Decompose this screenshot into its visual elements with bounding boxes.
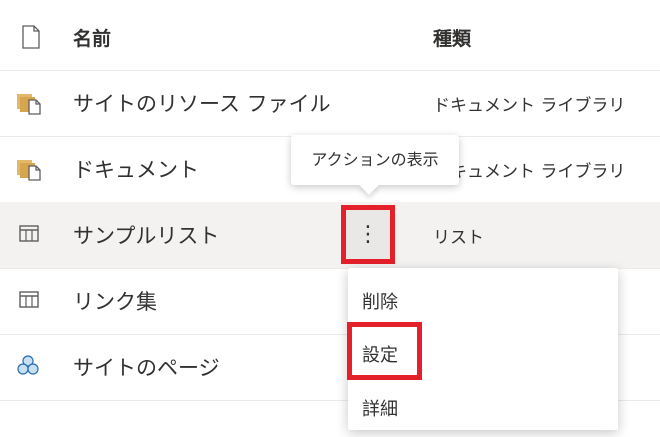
column-header-name[interactable]: 名前: [73, 24, 111, 51]
item-name[interactable]: リンク集: [73, 286, 157, 316]
item-name[interactable]: サンプルリスト: [73, 220, 219, 250]
item-type: リスト: [433, 228, 484, 248]
settings-highlight-frame: [347, 322, 422, 380]
list-icon: [19, 291, 39, 313]
item-name[interactable]: サイトのページ: [73, 352, 220, 382]
more-actions-button[interactable]: ⋮: [341, 205, 395, 264]
tooltip-text-layer: アクションの表示: [291, 135, 459, 185]
site-pages-icon: [17, 355, 39, 381]
tooltip-text: アクションの表示: [311, 150, 439, 169]
item-name[interactable]: ドキュメント: [73, 154, 199, 184]
menu-item-details[interactable]: 詳細: [362, 395, 398, 421]
list-header: 名前 種類: [0, 0, 660, 71]
item-type: ドキュメント ライブラリ: [433, 96, 626, 116]
library-icon: [17, 157, 43, 185]
item-type: ドキュメント ライブラリ: [433, 162, 626, 182]
list-icon: [19, 225, 39, 247]
list-item[interactable]: サイトのリソース ファイル ドキュメント ライブラリ: [0, 70, 660, 137]
column-header-type[interactable]: 種類: [433, 24, 471, 51]
list-item-selected[interactable]: サンプルリスト リスト: [0, 202, 660, 269]
more-vertical-icon: ⋮: [357, 222, 379, 247]
menu-item-delete[interactable]: 削除: [362, 288, 398, 314]
document-icon: [21, 25, 41, 53]
library-icon: [17, 91, 43, 119]
item-name[interactable]: サイトのリソース ファイル: [73, 88, 331, 118]
